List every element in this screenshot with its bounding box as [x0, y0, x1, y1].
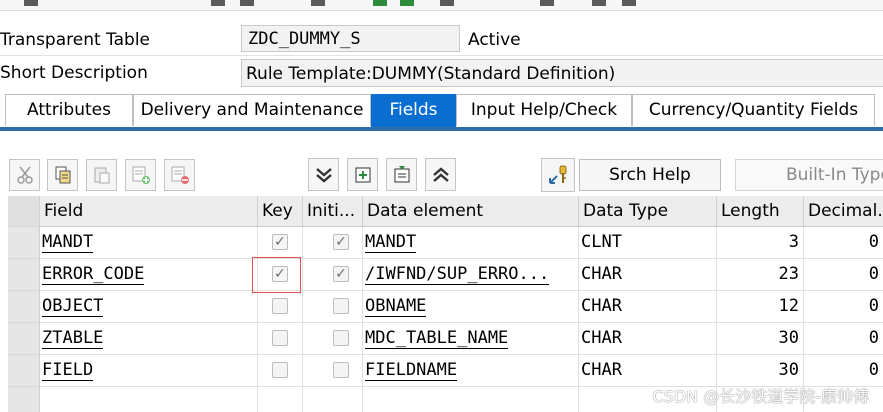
- tab-currency-quantity-fields[interactable]: Currency/Quantity Fields: [632, 94, 875, 126]
- initial-checkbox[interactable]: [333, 330, 349, 346]
- search-help-button[interactable]: Srch Help: [579, 159, 721, 191]
- object-type-label: Transparent Table: [0, 30, 151, 50]
- column-header-initial[interactable]: Initi...: [303, 196, 363, 227]
- tab-underline: [0, 127, 883, 131]
- tab-fields[interactable]: Fields: [371, 94, 456, 127]
- initial-cell[interactable]: [303, 323, 363, 355]
- key-checkbox[interactable]: [272, 362, 288, 378]
- short-description-label: Short Description: [0, 63, 148, 83]
- table-row-data-type[interactable]: CHAR: [579, 323, 717, 355]
- column-header-data-type[interactable]: Data Type: [579, 196, 717, 227]
- table-row-field[interactable]: OBJECT: [40, 291, 258, 323]
- table-row-data-element[interactable]: FIELDNAME: [363, 355, 579, 387]
- table-row-decimals[interactable]: 0: [804, 259, 883, 291]
- table-row-data-type[interactable]: CHAR: [579, 259, 717, 291]
- column-header-length[interactable]: Length: [717, 196, 804, 227]
- row-selector[interactable]: [8, 227, 40, 259]
- tab-delivery-maintenance[interactable]: Delivery and Maintenance: [133, 94, 371, 126]
- column-header-field[interactable]: Field: [40, 196, 258, 227]
- key-checkbox[interactable]: ✓: [272, 234, 288, 250]
- key-cell[interactable]: [258, 323, 303, 355]
- table-row-data-element[interactable]: /IWFND/SUP_ERRO...: [363, 259, 579, 291]
- initial-checkbox[interactable]: [333, 298, 349, 314]
- initial-cell[interactable]: ✓: [303, 259, 363, 291]
- empty-cell[interactable]: [258, 387, 303, 412]
- table-row-length[interactable]: 3: [717, 227, 804, 259]
- initial-checkbox[interactable]: [333, 362, 349, 378]
- row-selector[interactable]: [8, 387, 40, 412]
- key-cell[interactable]: [258, 291, 303, 323]
- divider: [0, 55, 883, 56]
- highlight-box: [252, 257, 301, 293]
- table-row-data-element[interactable]: MANDT: [363, 227, 579, 259]
- toolbar-glyph-icon[interactable]: [540, 0, 554, 6]
- detail-icon[interactable]: [386, 158, 417, 191]
- select-all-corner[interactable]: [8, 196, 40, 227]
- initial-checkbox[interactable]: ✓: [333, 234, 349, 250]
- table-row-data-element[interactable]: OBNAME: [363, 291, 579, 323]
- key-checkbox[interactable]: [272, 330, 288, 346]
- toolbar-glyph-icon[interactable]: [373, 0, 387, 6]
- row-selector[interactable]: [8, 259, 40, 291]
- table-row-decimals[interactable]: 0: [804, 227, 883, 259]
- toolbar-glyph-icon[interactable]: [240, 0, 254, 6]
- table-row-field[interactable]: ERROR_CODE: [40, 259, 258, 291]
- empty-cell[interactable]: [363, 387, 579, 412]
- column-header-decimals[interactable]: Decimal...: [804, 196, 883, 227]
- key-checkbox[interactable]: [272, 298, 288, 314]
- initial-cell[interactable]: ✓: [303, 227, 363, 259]
- toolbar-glyph-icon[interactable]: [622, 0, 636, 6]
- expand-down-icon[interactable]: [308, 158, 339, 191]
- copy-icon[interactable]: [47, 159, 78, 191]
- paste-icon[interactable]: [86, 159, 117, 191]
- short-description-field[interactable]: Rule Template:DUMMY(Standard Definition): [241, 59, 883, 87]
- row-selector[interactable]: [8, 355, 40, 387]
- table-row-field[interactable]: MANDT: [40, 227, 258, 259]
- collapse-up-icon[interactable]: [425, 158, 456, 191]
- toolbar-glyph-icon[interactable]: [24, 0, 38, 6]
- table-row-decimals[interactable]: 0: [804, 323, 883, 355]
- table-row-data-type[interactable]: CHAR: [579, 291, 717, 323]
- watermark: CSDN @长沙铁道学院-康帅傅: [652, 387, 869, 406]
- key-cell[interactable]: ✓: [258, 227, 303, 259]
- initial-checkbox[interactable]: ✓: [333, 266, 349, 282]
- fields-table: Field Key Initi... Data element Data Typ…: [8, 196, 883, 412]
- table-row-data-element[interactable]: MDC_TABLE_NAME: [363, 323, 579, 355]
- column-header-key[interactable]: Key: [258, 196, 303, 227]
- table-row-length[interactable]: 30: [717, 323, 804, 355]
- table-row-field[interactable]: ZTABLE: [40, 323, 258, 355]
- row-selector[interactable]: [8, 323, 40, 355]
- tab-input-help-check[interactable]: Input Help/Check: [456, 94, 632, 126]
- new-entry-icon[interactable]: [347, 158, 378, 191]
- column-header-data-element[interactable]: Data element: [363, 196, 579, 227]
- initial-cell[interactable]: [303, 291, 363, 323]
- object-name-field[interactable]: ZDC_DUMMY_S: [241, 25, 460, 52]
- delete-row-icon[interactable]: [164, 159, 195, 191]
- table-row-data-type[interactable]: CLNT: [579, 227, 717, 259]
- initial-cell[interactable]: [303, 355, 363, 387]
- key-cell[interactable]: [258, 355, 303, 387]
- toolbar-glyph-icon[interactable]: [400, 0, 414, 6]
- insert-row-icon[interactable]: [125, 159, 156, 191]
- table-row-length[interactable]: 23: [717, 259, 804, 291]
- cut-icon[interactable]: [9, 159, 40, 191]
- empty-cell[interactable]: [303, 387, 363, 412]
- table-row-decimals[interactable]: 0: [804, 291, 883, 323]
- search-help-key-icon[interactable]: [541, 158, 575, 192]
- status-label: Active: [468, 30, 521, 50]
- row-selector[interactable]: [8, 291, 40, 323]
- toolbar-glyph-icon[interactable]: [211, 0, 225, 6]
- toolbar-glyph-icon[interactable]: [592, 0, 606, 6]
- empty-cell[interactable]: [40, 387, 258, 412]
- toolbar-glyph-icon[interactable]: [311, 0, 325, 6]
- toolbar-glyph-icon[interactable]: [440, 0, 454, 6]
- tab-attributes[interactable]: Attributes: [5, 94, 133, 126]
- built-in-type-button[interactable]: Built-In Type: [735, 159, 883, 191]
- table-row-length[interactable]: 12: [717, 291, 804, 323]
- table-row-field[interactable]: FIELD: [40, 355, 258, 387]
